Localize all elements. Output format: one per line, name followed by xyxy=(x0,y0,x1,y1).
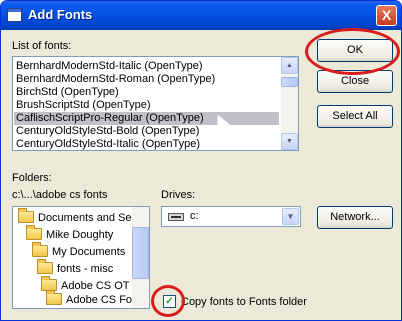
list-item[interactable]: CenturyOldStyleStd-Italic (OpenType) xyxy=(16,138,200,150)
font-list[interactable]: BernhardModernStd-Italic (OpenType) Bern… xyxy=(12,56,299,151)
list-item[interactable]: CenturyOldStyleStd-Bold (OpenType) xyxy=(16,125,199,138)
list-item[interactable]: BirchStd (OpenType) xyxy=(16,86,119,99)
copy-fonts-label: Copy fonts to Fonts folder xyxy=(181,296,307,308)
scrollbar-thumb[interactable] xyxy=(281,77,298,87)
folder-icon xyxy=(26,225,42,240)
folder-icon xyxy=(18,208,34,223)
tree-item[interactable]: Documents and Se xyxy=(18,208,132,226)
folder-icon xyxy=(32,242,48,257)
font-list-scrollbar[interactable]: ▲ ▼ xyxy=(281,57,298,150)
checkmark-icon: ✓ xyxy=(165,296,174,307)
network-button[interactable]: Network... xyxy=(317,206,393,229)
folders-label: Folders: xyxy=(12,172,52,184)
folder-icon xyxy=(46,290,62,305)
tree-item[interactable]: fonts - misc xyxy=(37,259,113,277)
scrollbar-thumb[interactable] xyxy=(132,227,149,279)
list-item-selected[interactable]: CaflischScriptPro-Regular (OpenType) xyxy=(14,112,279,125)
tree-item[interactable]: Adobe CS Fon xyxy=(46,290,138,308)
window-icon xyxy=(7,8,22,22)
tree-item[interactable]: Mike Doughty xyxy=(26,225,113,243)
list-item[interactable]: BernhardModernStd-Roman (OpenType) xyxy=(16,73,215,86)
select-all-button[interactable]: Select All xyxy=(317,105,393,128)
ok-button[interactable]: OK xyxy=(317,39,393,62)
font-list-label: List of fonts: xyxy=(12,40,72,52)
folder-tree[interactable]: Documents and Se Mike Doughty My Documen… xyxy=(12,206,150,309)
close-icon[interactable]: X xyxy=(376,5,397,26)
folder-icon xyxy=(37,259,53,274)
title-bar[interactable]: Add Fonts X xyxy=(1,1,401,30)
close-button[interactable]: Close xyxy=(317,70,393,93)
list-item[interactable]: BrushScriptStd (OpenType) xyxy=(16,99,151,112)
drives-label: Drives: xyxy=(161,189,196,201)
dialog-title: Add Fonts xyxy=(28,7,93,22)
drive-value: c: xyxy=(190,210,199,222)
folder-tree-scrollbar[interactable] xyxy=(132,207,149,308)
tree-item[interactable]: My Documents xyxy=(32,242,125,260)
drive-select[interactable]: c: ▼ xyxy=(161,206,301,227)
scroll-up-icon[interactable]: ▲ xyxy=(281,57,298,74)
add-fonts-dialog: Add Fonts X List of fonts: BernhardModer… xyxy=(0,0,402,321)
folder-path: c:\...\adobe cs fonts xyxy=(12,189,108,201)
dropdown-arrow-icon[interactable]: ▼ xyxy=(282,208,299,225)
list-item[interactable]: BernhardModernStd-Italic (OpenType) xyxy=(16,60,202,73)
copy-fonts-checkbox[interactable]: ✓ xyxy=(163,295,176,308)
drive-icon xyxy=(168,213,184,221)
scroll-down-icon[interactable]: ▼ xyxy=(281,133,298,150)
